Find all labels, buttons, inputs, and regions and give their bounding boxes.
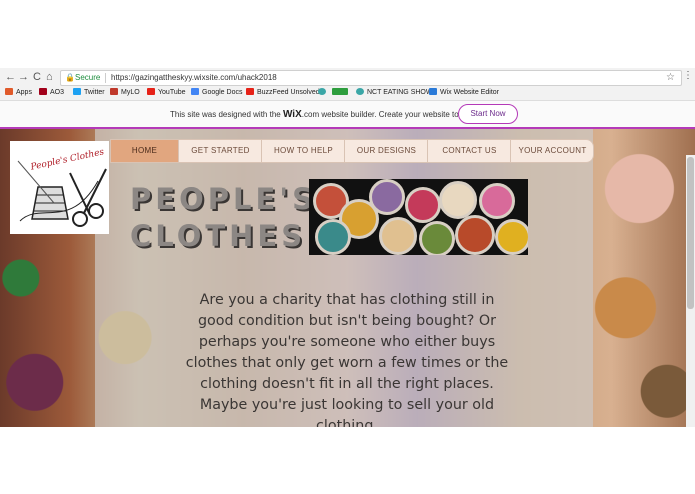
bookmark-nct-eating-show[interactable]: NCT EATING SHOW (356, 88, 432, 98)
bookmark-wix-website-editor[interactable]: Wix Website Editor (429, 88, 499, 98)
google-docs-icon (191, 88, 199, 95)
mylo-icon (110, 88, 118, 95)
forward-icon[interactable]: → (18, 70, 29, 84)
nav-how-to-help[interactable]: HOW TO HELP (261, 140, 345, 162)
bookmark-star-icon[interactable]: ☆ (666, 71, 675, 85)
fabric-roll (405, 187, 441, 223)
fabric-rolls-image (309, 179, 528, 255)
ao3-icon (39, 88, 47, 95)
bookmark-apps[interactable]: Apps (5, 88, 32, 98)
intro-paragraph: Are you a charity that has clothing stil… (185, 292, 509, 427)
nav-get-started[interactable]: GET STARTED (178, 140, 262, 162)
bookmark-twitter[interactable]: Twitter (73, 88, 105, 98)
nav-your-account[interactable]: YOUR ACCOUNT (510, 140, 594, 162)
url-text[interactable]: https://gazingattheskyy.wixsite.com/uhac… (111, 71, 277, 85)
bookmark-circle[interactable] (318, 88, 329, 98)
wix-banner-text: This site was designed with the WiX.com … (170, 109, 473, 120)
fabric-roll (379, 217, 417, 255)
fabric-roll (419, 221, 455, 255)
nav-home[interactable]: HOME (111, 140, 178, 162)
reload-icon[interactable]: C (33, 70, 41, 84)
bookmark-youtube[interactable]: YouTube (147, 88, 186, 98)
fabric-roll (479, 183, 515, 219)
youtube-icon (147, 88, 155, 95)
bookmark-label: YouTube (158, 89, 186, 96)
site-logo[interactable]: People's Clothes (10, 141, 109, 234)
wix-editor-icon (429, 88, 437, 95)
site-canvas: People's Clothes HOME GET STARTED HOW TO… (0, 129, 695, 427)
green-hearts-icon (332, 88, 348, 95)
site-title: PEOPLE'S CLOTHES (130, 181, 317, 255)
bookmark-mylo[interactable]: MyLO (110, 88, 140, 98)
fabric-roll (439, 181, 477, 219)
site-nav: HOME GET STARTED HOW TO HELP OUR DESIGNS… (110, 139, 594, 163)
wix-banner-text-before: This site was designed with the (170, 110, 283, 119)
bookmark-label: Apps (16, 89, 32, 96)
scrollbar-thumb[interactable] (687, 157, 694, 309)
secure-label: Secure (75, 73, 101, 82)
address-bar[interactable]: 🔒 Secure https://gazingattheskyy.wixsite… (60, 70, 682, 86)
bookmark-buzzfeed-unsolved[interactable]: BuzzFeed Unsolved (246, 88, 320, 98)
bookmarks-bar: Apps AO3 Twitter MyLO YouTube Google Doc… (0, 86, 695, 101)
fabric-roll (315, 219, 351, 255)
title-line-1: PEOPLE'S (130, 182, 318, 216)
bookmark-label: Wix Website Editor (440, 89, 499, 96)
browser-window: ← → C ⌂ 🔒 Secure https://gazingattheskyy… (0, 68, 695, 427)
bookmark-label: NCT EATING SHOW (367, 89, 433, 96)
bookmark-label: Twitter (84, 89, 105, 96)
nav-our-designs[interactable]: OUR DESIGNS (344, 140, 428, 162)
title-line-2: CLOTHES (130, 219, 307, 253)
page-scrollbar[interactable] (686, 155, 695, 427)
bookmark-label: MyLO (121, 89, 140, 96)
wix-logo: WiX (282, 109, 302, 120)
bookmark-google-docs[interactable]: Google Docs (191, 88, 242, 98)
address-divider (105, 73, 106, 83)
home-icon[interactable]: ⌂ (46, 70, 53, 84)
twitter-icon (73, 88, 81, 95)
bookmark-ao3[interactable]: AO3 (39, 88, 64, 98)
bookmark-label: Google Docs (202, 89, 243, 96)
browser-menu-icon[interactable]: ⋮ (683, 70, 693, 81)
bookmark-label: BuzzFeed Unsolved (257, 89, 320, 96)
circle-icon (356, 88, 364, 95)
bookmark-hearts[interactable] (332, 88, 351, 98)
bookmark-label: AO3 (50, 89, 65, 96)
back-icon[interactable]: ← (5, 70, 16, 84)
fabric-roll (495, 219, 528, 255)
circle-icon (318, 88, 326, 95)
fabric-roll (369, 179, 405, 215)
fabric-roll (455, 215, 495, 255)
wix-banner-text-after: .com website builder. Create your websit… (301, 110, 474, 119)
start-now-button[interactable]: Start Now (458, 104, 518, 124)
wix-banner: This site was designed with the WiX.com … (0, 101, 695, 129)
lock-icon: 🔒 (65, 73, 75, 82)
apps-grid-icon (5, 88, 13, 95)
nav-contact-us[interactable]: CONTACT US (427, 140, 511, 162)
youtube-icon (246, 88, 254, 95)
address-bar-row: ← → C ⌂ 🔒 Secure https://gazingattheskyy… (0, 68, 695, 86)
